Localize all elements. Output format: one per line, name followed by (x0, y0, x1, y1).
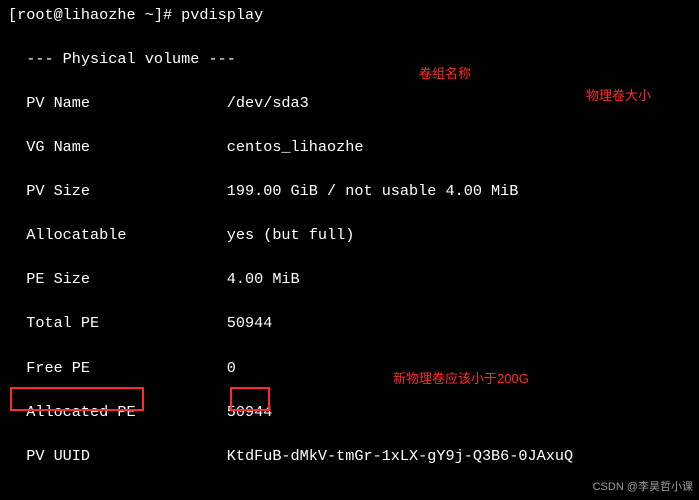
pv1-totalpe: Total PE 50944 (8, 312, 691, 334)
command-text: pvdisplay (181, 6, 263, 24)
pv1-allocatable: Allocatable yes (but full) (8, 224, 691, 246)
pv1-allocpe: Allocated PE 50944 (8, 401, 691, 423)
annotation-new-size: 新物理卷应该小于200G (393, 370, 529, 389)
command-line: [root@lihaozhe ~]# pvdisplay (8, 4, 691, 26)
terminal-output: [root@lihaozhe ~]# pvdisplay --- Physica… (0, 0, 699, 500)
pv1-size: PV Size 199.00 GiB / not usable 4.00 MiB (8, 180, 691, 202)
watermark: CSDN @李昊哲小课 (593, 480, 693, 496)
pv1-pesize: PE Size 4.00 MiB (8, 268, 691, 290)
pv1-uuid: PV UUID KtdFuB-dMkV-tmGr-1xLX-gY9j-Q3B6-… (8, 445, 691, 467)
blank-line (8, 489, 691, 500)
pv1-freepe: Free PE 0 (8, 357, 691, 379)
annotation-vg-name: 卷组名称 (419, 65, 471, 84)
pv1-vgname: VG Name centos_lihaozhe (8, 136, 691, 158)
shell-prompt: [root@lihaozhe ~]# (8, 6, 181, 24)
annotation-pv-size: 物理卷大小 (586, 87, 651, 106)
pv1-header: --- Physical volume --- (8, 48, 691, 70)
